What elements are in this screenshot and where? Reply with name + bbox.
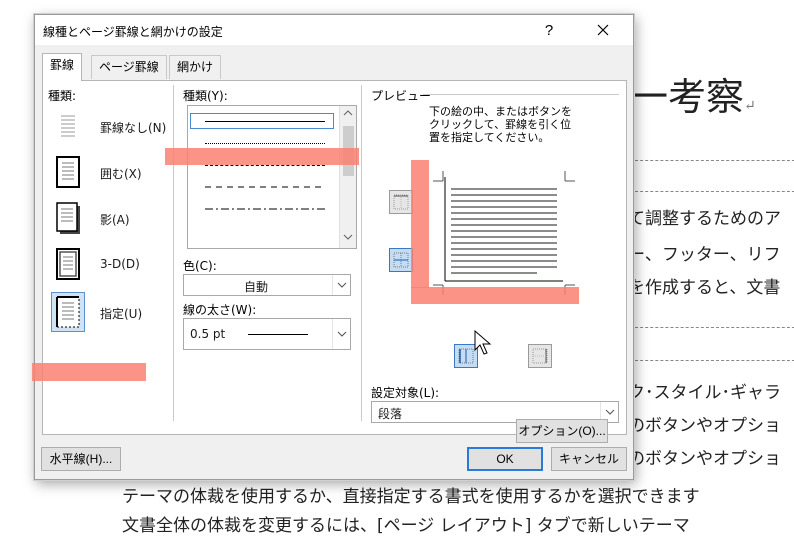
column-divider xyxy=(173,85,174,421)
document-line: ー、フッター、リフ xyxy=(628,245,781,265)
document-title: 一考察↵ xyxy=(630,75,756,119)
apply-to-value: 段落 xyxy=(378,407,403,421)
border-custom-icon xyxy=(51,292,85,332)
horizontal-line-button[interactable]: 水平線(H)... xyxy=(41,447,121,471)
setting-box-label: 囲む(X) xyxy=(100,167,142,181)
dotted-line-sample xyxy=(205,143,325,144)
setting-custom[interactable]: 指定(U) xyxy=(51,292,162,332)
dialog-body: 罫線 ページ罫線 網かけ 種類: 罫線なし(N) 囲む(X) 影(A) 3-D(… xyxy=(35,45,633,479)
border-top-icon xyxy=(393,194,409,210)
chevron-up-icon xyxy=(343,110,353,116)
middle-border-button[interactable] xyxy=(389,248,413,272)
instruction-line: クリックして、罫線を引く位 xyxy=(429,118,572,131)
preview-area[interactable] xyxy=(415,159,585,339)
setting-custom-label: 指定(U) xyxy=(100,307,143,321)
color-label: 色(C): xyxy=(183,259,217,273)
tab-page-border[interactable]: ページ罫線 xyxy=(91,55,167,79)
border-inside-icon xyxy=(393,252,409,268)
document-line: のボタンやオプショ xyxy=(628,416,781,436)
setting-box[interactable]: 囲む(X) xyxy=(52,153,162,191)
scroll-down-arrow[interactable] xyxy=(340,230,356,247)
apply-to-label: 設定対象(L): xyxy=(371,386,440,400)
preview-group-line xyxy=(423,94,619,95)
setting-3d[interactable]: 3-D(D) xyxy=(52,245,162,283)
width-label: 線の太さ(W): xyxy=(183,303,257,317)
column-divider xyxy=(361,85,362,421)
style-list-scrollbar[interactable] xyxy=(339,106,356,248)
right-border-button[interactable] xyxy=(528,344,552,368)
tab-shading[interactable]: 網かけ xyxy=(169,55,222,79)
top-border-button[interactable] xyxy=(389,190,413,214)
dashed-separator xyxy=(630,327,794,328)
dashed-separator xyxy=(630,360,794,361)
preview-instructions: 下の絵の中、またはボタンを クリックして、罫線を引く位 置を指定してください。 xyxy=(429,105,572,144)
style-option-solid[interactable] xyxy=(190,113,334,129)
dashed-separator xyxy=(630,160,794,161)
chevron-down-icon xyxy=(337,282,346,288)
border-box-icon xyxy=(56,156,80,188)
highlight-bottom-border xyxy=(411,287,579,304)
dash-line-sample xyxy=(205,186,325,188)
preview-page-drawing xyxy=(433,171,575,295)
dash-dot-line-sample xyxy=(205,208,325,210)
instruction-line: 下の絵の中、またはボタンを xyxy=(429,105,572,118)
highlight-line-style xyxy=(165,148,359,165)
setting-none-label: 罫線なし(N) xyxy=(100,121,167,135)
scroll-up-arrow[interactable] xyxy=(340,106,356,123)
style-label: 種類(Y): xyxy=(183,89,228,103)
dialog-title: 線種とページ罫線と網かけの設定 xyxy=(43,25,223,39)
fine-dash-line-sample xyxy=(205,165,325,166)
border-3d-icon xyxy=(56,248,80,280)
line-style-listbox[interactable] xyxy=(187,105,357,249)
ok-button[interactable]: OK xyxy=(467,447,543,471)
setting-3d-label: 3-D(D) xyxy=(100,257,140,271)
document-line: ク･スタイル･ギャラ xyxy=(628,383,781,403)
help-button[interactable]: ? xyxy=(533,19,565,43)
instruction-line: 置を指定してください。 xyxy=(429,131,550,144)
setting-none[interactable]: 罫線なし(N) xyxy=(52,107,166,145)
border-shadow-icon xyxy=(56,202,80,234)
document-line: て調整するためのア xyxy=(628,209,781,229)
borders-and-shading-dialog: 線種とページ罫線と網かけの設定 ? 罫線 ページ罫線 網かけ 種類: 罫線なし(… xyxy=(34,14,634,480)
close-button[interactable] xyxy=(581,17,625,43)
highlight-left-border xyxy=(411,160,429,288)
borders-panel: 種類: 罫線なし(N) 囲む(X) 影(A) 3-D(D) 指定(U) 種類(Y… xyxy=(42,80,627,435)
border-none-icon xyxy=(61,115,75,137)
style-option-dash-dot[interactable] xyxy=(191,202,333,216)
color-value: 自動 xyxy=(244,280,269,294)
setting-shadow-label: 影(A) xyxy=(100,213,130,227)
solid-line-sample xyxy=(205,121,325,122)
color-dropdown[interactable]: 自動 xyxy=(183,274,351,296)
setting-label: 種類: xyxy=(48,89,77,103)
cancel-button[interactable]: キャンセル xyxy=(551,447,627,471)
dialog-titlebar[interactable]: 線種とページ罫線と網かけの設定 ? xyxy=(35,15,633,45)
line-width-dropdown-arrow[interactable] xyxy=(332,319,350,349)
chevron-down-icon xyxy=(343,234,353,240)
line-width-sample xyxy=(248,334,308,335)
options-button[interactable]: オプション(O)... xyxy=(516,419,608,443)
chevron-down-icon xyxy=(337,331,346,337)
preview-label: プレビュー xyxy=(371,89,432,103)
line-width-value: 0.5 pt xyxy=(190,327,226,341)
paragraph-mark: ↵ xyxy=(744,98,756,114)
document-line: のボタンやオプショ xyxy=(628,449,781,469)
dashed-separator xyxy=(630,191,794,192)
close-icon xyxy=(597,25,609,36)
border-right-icon xyxy=(532,348,548,364)
line-width-dropdown[interactable]: 0.5 pt xyxy=(183,318,351,350)
document-line: を作成すると、文書 xyxy=(628,278,781,298)
tab-borders[interactable]: 罫線 xyxy=(42,53,83,81)
setting-shadow[interactable]: 影(A) xyxy=(52,199,162,237)
document-line: テーマの体裁を使用するか、直接指定する書式を使用するかを選択できます xyxy=(122,487,700,507)
color-dropdown-arrow[interactable] xyxy=(332,275,350,295)
document-line: 文書全体の体裁を変更するには、[ページ レイアウト] タブで新しいテーマ xyxy=(122,516,690,536)
highlight-setting xyxy=(32,363,146,381)
mouse-cursor-icon xyxy=(474,330,492,355)
style-option-dash[interactable] xyxy=(191,180,333,194)
